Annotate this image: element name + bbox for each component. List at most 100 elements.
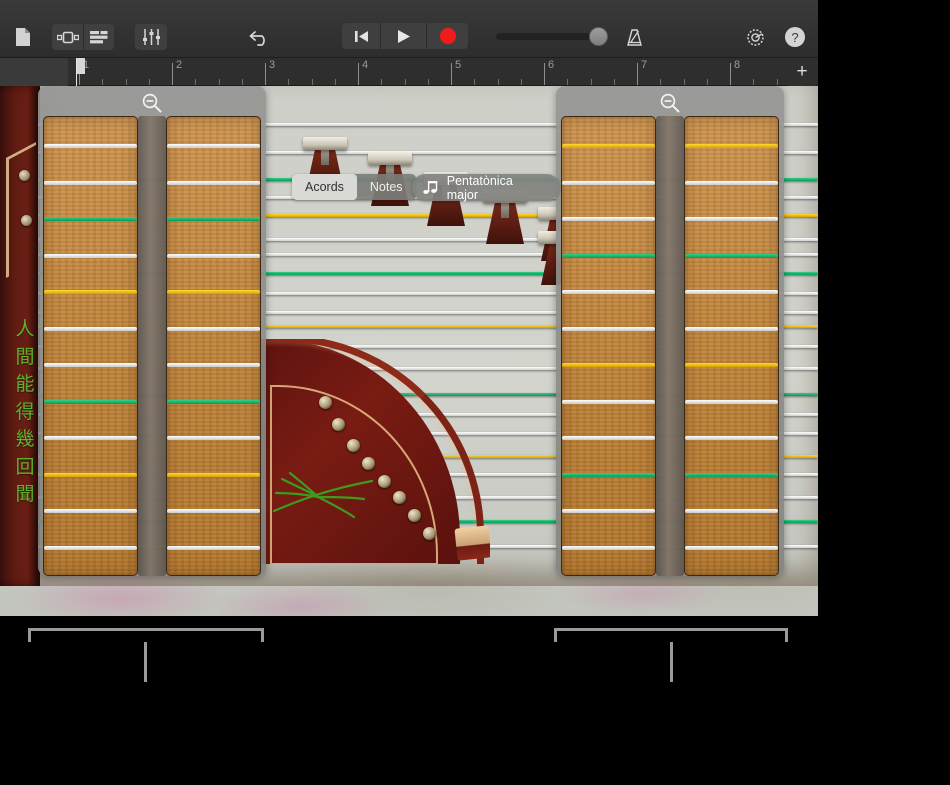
note-string[interactable]: [685, 436, 778, 440]
note-string[interactable]: [167, 473, 260, 477]
scale-selector[interactable]: Pentatònica major: [412, 174, 560, 201]
note-string[interactable]: [44, 400, 137, 404]
note-string[interactable]: [167, 217, 260, 221]
metronome-button[interactable]: [620, 24, 648, 50]
ruler-tick-minor: [660, 79, 661, 85]
calligraphy-text: 人間能得幾回聞: [11, 316, 39, 509]
tuning-peg: [347, 439, 360, 452]
note-string[interactable]: [562, 217, 655, 221]
note-column[interactable]: [43, 116, 138, 576]
note-string[interactable]: [685, 290, 778, 294]
note-string[interactable]: [562, 363, 655, 367]
note-string[interactable]: [167, 327, 260, 331]
tuning-peg: [378, 475, 391, 488]
ruler-bar-number: 6: [548, 59, 554, 71]
note-column[interactable]: [684, 116, 779, 576]
note-string[interactable]: [167, 363, 260, 367]
playhead[interactable]: [76, 58, 86, 86]
left-note-panel[interactable]: [38, 86, 266, 576]
note-string[interactable]: [167, 509, 260, 513]
view-list-button[interactable]: [83, 24, 114, 50]
undo-button[interactable]: [246, 24, 274, 50]
settings-button[interactable]: [741, 24, 769, 50]
master-volume-slider[interactable]: [496, 33, 608, 40]
ruler-tick-minor: [335, 79, 336, 85]
screen: ? 12345678 + 人間能得幾回聞: [0, 0, 950, 785]
note-string[interactable]: [44, 144, 137, 148]
note-string[interactable]: [562, 509, 655, 513]
play-button[interactable]: [380, 23, 426, 49]
note-string[interactable]: [167, 144, 260, 148]
note-string[interactable]: [562, 546, 655, 550]
note-string[interactable]: [167, 181, 260, 185]
note-string[interactable]: [562, 144, 655, 148]
zoom-out-icon[interactable]: [141, 92, 163, 114]
play-icon: [396, 29, 411, 44]
note-string[interactable]: [44, 327, 137, 331]
note-string[interactable]: [685, 400, 778, 404]
mode-tab-acords[interactable]: Acords: [292, 174, 357, 200]
view-browser-button[interactable]: [52, 24, 83, 50]
rewind-icon: [354, 30, 369, 43]
ruler-tick-minor: [567, 79, 568, 85]
note-string[interactable]: [167, 400, 260, 404]
note-string[interactable]: [44, 473, 137, 477]
view-toggle-group[interactable]: [52, 24, 114, 50]
smart-controls-button[interactable]: [135, 24, 167, 50]
add-track-button[interactable]: +: [788, 58, 816, 86]
note-string[interactable]: [562, 400, 655, 404]
ruler-bar-number: 4: [362, 59, 368, 71]
note-string[interactable]: [685, 473, 778, 477]
note-string[interactable]: [685, 217, 778, 221]
note-string[interactable]: [562, 327, 655, 331]
ruler-tick-major: [451, 63, 452, 85]
note-string[interactable]: [685, 509, 778, 513]
note-string[interactable]: [44, 290, 137, 294]
zoom-out-icon[interactable]: [659, 92, 681, 114]
scale-label: Pentatònica major: [447, 174, 546, 202]
note-string[interactable]: [562, 254, 655, 258]
note-string[interactable]: [44, 546, 137, 550]
note-string[interactable]: [44, 217, 137, 221]
note-string[interactable]: [167, 436, 260, 440]
note-string[interactable]: [167, 546, 260, 550]
rewind-button[interactable]: [342, 23, 380, 49]
note-string[interactable]: [44, 363, 137, 367]
note-string[interactable]: [562, 436, 655, 440]
timeline-ruler[interactable]: 12345678 +: [0, 58, 818, 86]
note-string[interactable]: [562, 473, 655, 477]
annotation-layer: [0, 616, 950, 785]
note-string[interactable]: [685, 144, 778, 148]
inlay-decoration: [6, 142, 36, 278]
mode-segmented-control[interactable]: Acords Notes: [292, 174, 416, 200]
instrument-area[interactable]: 人間能得幾回聞: [0, 86, 818, 616]
ruler-tick-major: [544, 63, 545, 85]
ruler-tick-minor: [428, 79, 429, 85]
note-string[interactable]: [685, 546, 778, 550]
note-string[interactable]: [167, 254, 260, 258]
note-string[interactable]: [562, 181, 655, 185]
note-string[interactable]: [685, 363, 778, 367]
mode-tab-notes[interactable]: Notes: [357, 174, 416, 200]
note-string[interactable]: [685, 181, 778, 185]
tuning-peg: [393, 491, 406, 504]
note-string[interactable]: [44, 436, 137, 440]
right-note-panel[interactable]: [556, 86, 784, 576]
note-string[interactable]: [44, 509, 137, 513]
note-string[interactable]: [44, 181, 137, 185]
transport-group[interactable]: [342, 23, 468, 49]
garageband-window: ? 12345678 + 人間能得幾回聞: [0, 0, 818, 616]
gear-icon: [745, 27, 766, 48]
note-string[interactable]: [44, 254, 137, 258]
note-string[interactable]: [685, 254, 778, 258]
help-button[interactable]: ?: [782, 24, 808, 50]
note-string[interactable]: [167, 290, 260, 294]
note-column[interactable]: [166, 116, 261, 576]
master-volume-thumb[interactable]: [589, 27, 608, 46]
note-column[interactable]: [561, 116, 656, 576]
library-button[interactable]: [10, 24, 36, 50]
ruler-tick-minor: [288, 79, 289, 85]
note-string[interactable]: [562, 290, 655, 294]
note-string[interactable]: [685, 327, 778, 331]
record-button[interactable]: [426, 23, 468, 49]
